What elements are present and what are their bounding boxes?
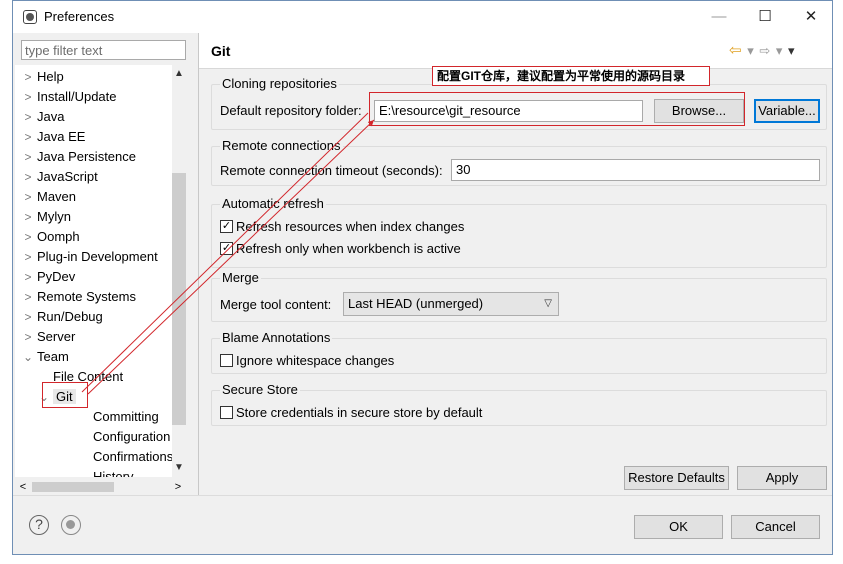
annotation-arrow <box>81 112 369 393</box>
annotation-arrows <box>81 112 375 395</box>
annotation-arrow <box>87 119 375 395</box>
